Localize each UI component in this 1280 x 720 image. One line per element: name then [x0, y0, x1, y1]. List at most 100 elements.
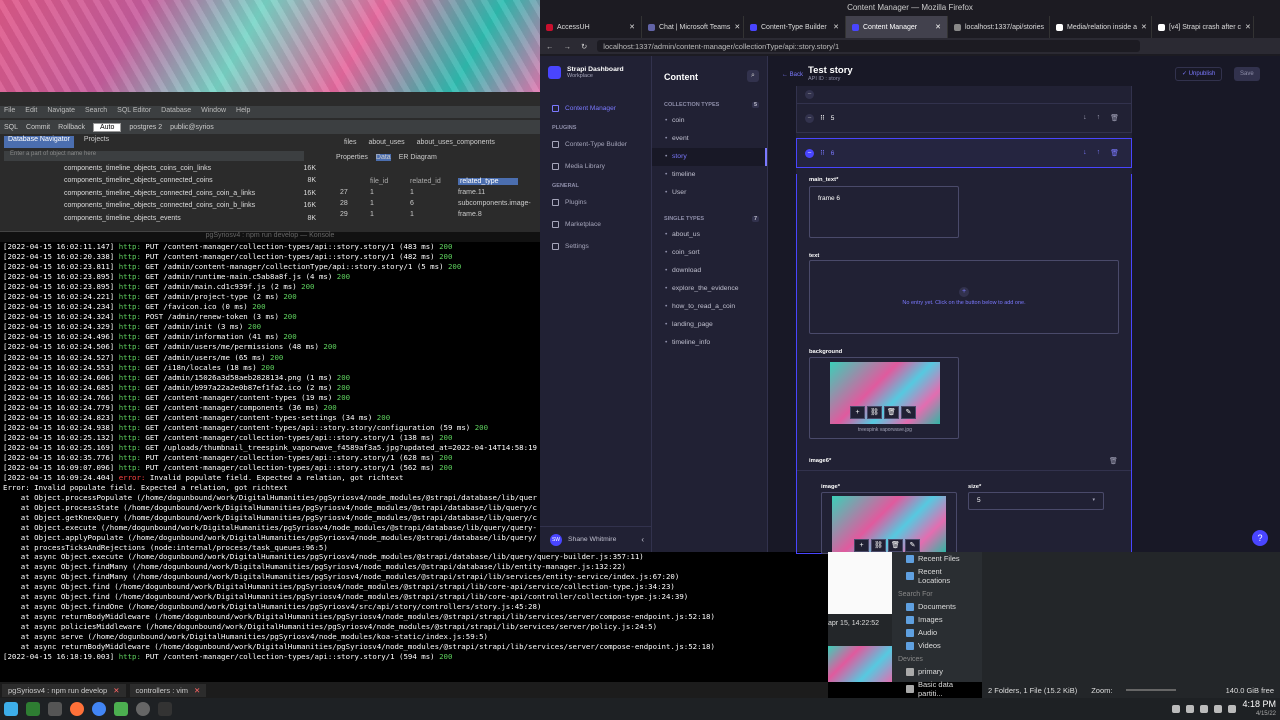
nav-content-manager[interactable]: Content Manager — [540, 97, 651, 119]
place-images[interactable]: Images — [892, 613, 982, 626]
editor-tab[interactable]: files — [344, 139, 356, 146]
close-icon[interactable]: ✕ — [734, 23, 740, 31]
collection-item-coin[interactable]: coin — [652, 112, 767, 130]
save-button[interactable]: Save — [1234, 67, 1260, 81]
nav-marketplace[interactable]: Marketplace — [540, 213, 651, 235]
col-header[interactable]: related_type — [458, 178, 518, 185]
collection-item-story[interactable]: story — [652, 148, 767, 166]
move-down-icon[interactable]: ↓ — [1083, 114, 1087, 122]
rollback-button[interactable]: Rollback — [58, 124, 85, 131]
volume-icon[interactable] — [1214, 705, 1223, 713]
network-icon[interactable] — [1228, 705, 1237, 713]
search-icon[interactable]: ⌕ — [747, 70, 759, 82]
grid-row[interactable]: 29 1 1 frame.8 — [340, 209, 540, 220]
link-icon[interactable]: ⛓ — [867, 406, 882, 419]
recent-locations[interactable]: Recent Locations — [892, 565, 982, 587]
database-select[interactable]: postgres 2 — [129, 124, 162, 131]
file-thumbnail-white[interactable] — [828, 552, 892, 614]
menu-item[interactable]: Window — [201, 107, 226, 117]
property-tab[interactable]: ER Diagram — [399, 154, 437, 161]
zoom-slider[interactable] — [1126, 689, 1177, 691]
place-documents[interactable]: Documents — [892, 600, 982, 613]
menu-item[interactable]: Help — [236, 107, 250, 117]
reload-icon[interactable]: ↻ — [581, 42, 587, 51]
table-tree-item[interactable]: components_timeline_objects_connected_co… — [0, 177, 330, 189]
trash-icon[interactable]: 🗑 — [884, 406, 899, 419]
menu-item[interactable]: Database — [161, 107, 191, 117]
menu-item[interactable]: SQL Editor — [117, 107, 151, 117]
tab-projects[interactable]: Projects — [84, 136, 109, 148]
document-icon[interactable] — [114, 702, 128, 716]
single-item-coin-sort[interactable]: coin_sort — [652, 244, 767, 262]
col-header[interactable]: related_id — [410, 178, 458, 185]
nav-settings[interactable]: Settings — [540, 235, 651, 257]
component-row-6[interactable]: – ⠿ 6 ↓ ↑ 🗑 — [796, 138, 1132, 168]
grid-row[interactable]: 27 1 1 frame.11 — [340, 187, 540, 198]
recent-files[interactable]: Recent Files — [892, 552, 982, 565]
nav-content-type-builder[interactable]: Content-Type Builder — [540, 133, 651, 155]
menu-item[interactable]: Navigate — [47, 107, 75, 117]
menu-item[interactable]: Search — [85, 107, 107, 117]
collapse-icon[interactable]: – — [805, 90, 814, 99]
trash-icon[interactable]: 🗑 — [1110, 149, 1119, 157]
text-dynamic-zone[interactable]: + No entry yet. Click on the button belo… — [809, 260, 1119, 334]
trash-icon[interactable]: 🗑 — [1110, 114, 1119, 122]
size-select[interactable]: 5 ▾ — [968, 492, 1104, 510]
device-item[interactable]: primary — [892, 665, 982, 678]
nav-media-library[interactable]: Media Library — [540, 155, 651, 177]
trash-icon[interactable]: 🗑 — [888, 539, 903, 552]
files-icon[interactable] — [48, 702, 62, 716]
move-up-icon[interactable]: ↑ — [1097, 149, 1101, 157]
tab-database-navigator[interactable]: Database Navigator — [4, 136, 74, 148]
move-up-icon[interactable]: ↑ — [1097, 114, 1101, 122]
menu-item[interactable]: Edit — [25, 107, 37, 117]
collection-item-user[interactable]: User — [652, 184, 767, 202]
tray-icon[interactable] — [1172, 705, 1181, 713]
navigator-filter-input[interactable]: Enter a part of object name here — [4, 151, 304, 161]
unpublish-button[interactable]: ✓ Unpublish — [1175, 67, 1223, 81]
single-item-timeline-info[interactable]: timeline_info — [652, 334, 767, 352]
close-icon[interactable]: ✕ — [194, 686, 200, 695]
help-button[interactable]: ? — [1252, 530, 1268, 546]
browser-tab[interactable]: AccessUH ✕ — [540, 16, 642, 38]
add-icon[interactable]: + — [850, 406, 865, 419]
single-item-how-to-read-a-coin[interactable]: how_to_read_a_coin — [652, 298, 767, 316]
chrome-icon[interactable] — [92, 702, 106, 716]
col-header[interactable]: file_id — [370, 178, 410, 185]
place-audio[interactable]: Audio — [892, 626, 982, 639]
add-icon[interactable]: + — [854, 539, 869, 552]
property-tab[interactable]: Properties — [336, 154, 368, 161]
browser-tab[interactable]: Content Manager ✕ — [846, 16, 948, 38]
schema-select[interactable]: public@syrios — [170, 124, 214, 131]
browser-tab[interactable]: [v4] Strapi crash after c ✕ — [1152, 16, 1254, 38]
link-icon[interactable]: ⛓ — [871, 539, 886, 552]
table-tree-item[interactable]: components_timeline_objects_events 8K — [0, 215, 330, 227]
tray-icon[interactable] — [1200, 705, 1209, 713]
browser-tab[interactable]: Media/relation inside a ✕ — [1050, 16, 1152, 38]
collection-types-heading[interactable]: COLLECTION TYPES 5 — [652, 98, 767, 112]
single-item-about-us[interactable]: about_us — [652, 226, 767, 244]
collapse-icon[interactable]: – — [805, 148, 814, 158]
file-thumbnail-image[interactable] — [828, 646, 892, 682]
edit-icon[interactable]: ✎ — [901, 406, 916, 419]
menu-item[interactable]: File — [4, 107, 15, 117]
expand-icon[interactable]: – — [805, 113, 814, 123]
editor-tab[interactable]: about_uses_components — [417, 139, 495, 146]
browser-tab[interactable]: Content-Type Builder ✕ — [744, 16, 846, 38]
background-media-field[interactable]: + ⛓ 🗑 ✎ treespink vaporwave.jpg — [809, 357, 959, 439]
single-item-download[interactable]: download — [652, 262, 767, 280]
component-row-prev[interactable]: – — [796, 86, 1132, 104]
app-launcher-icon[interactable] — [4, 702, 18, 716]
firefox-icon[interactable] — [70, 702, 84, 716]
collection-item-timeline[interactable]: timeline — [652, 166, 767, 184]
close-icon[interactable]: ✕ — [833, 23, 839, 31]
browser-tab[interactable]: Chat | Microsoft Teams ✕ — [642, 16, 744, 38]
move-down-icon[interactable]: ↓ — [1083, 149, 1087, 157]
drag-icon[interactable]: ⠿ — [820, 149, 825, 157]
konsole-tab-vim[interactable]: controllers : vim ✕ — [129, 683, 207, 697]
trash-icon[interactable]: 🗑 — [1109, 457, 1118, 465]
image-media-field[interactable]: + ⛓ 🗑 ✎ — [821, 492, 957, 554]
collapse-icon[interactable]: ‹ — [641, 535, 644, 544]
close-icon[interactable]: ✕ — [629, 23, 635, 31]
commit-button[interactable]: Commit — [26, 124, 50, 131]
